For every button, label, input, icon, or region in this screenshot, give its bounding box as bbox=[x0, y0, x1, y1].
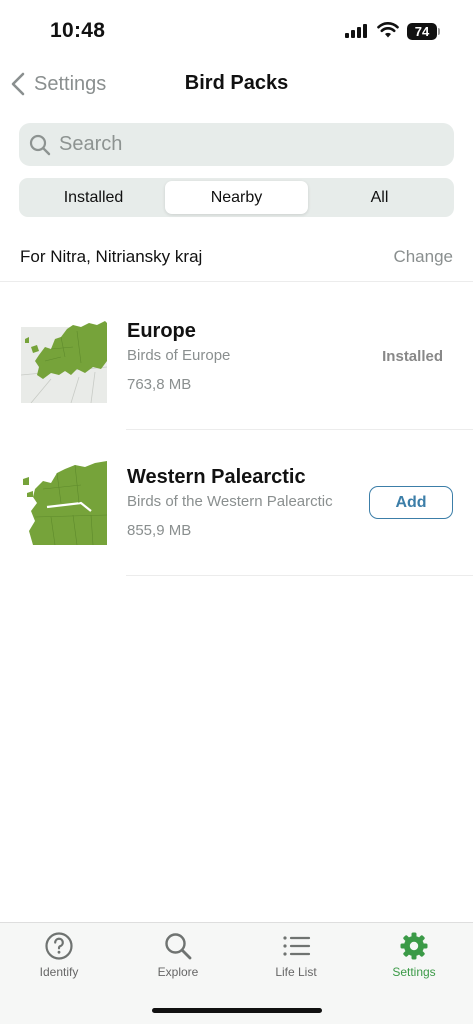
bird-pack-list: Europe Birds of Europe 763,8 MB Installe… bbox=[0, 284, 473, 576]
filter-segmented-control: Installed Nearby All bbox=[19, 178, 454, 217]
status-bar: 10:48 74 bbox=[0, 0, 473, 62]
question-circle-icon bbox=[45, 932, 73, 960]
status-time: 10:48 bbox=[50, 19, 106, 42]
segment-installed[interactable]: Installed bbox=[22, 181, 165, 214]
tab-label: Life List bbox=[275, 965, 317, 979]
home-indicator[interactable] bbox=[152, 1008, 322, 1013]
pack-subtitle: Birds of the Western Palearctic bbox=[127, 493, 333, 510]
pack-title: Western Palearctic bbox=[127, 466, 306, 488]
segment-all[interactable]: All bbox=[308, 181, 451, 214]
list-icon bbox=[283, 936, 311, 956]
search-icon bbox=[29, 134, 51, 155]
wifi-icon bbox=[377, 22, 399, 38]
tab-explore[interactable]: Explore bbox=[133, 931, 223, 991]
installed-status-label: Installed bbox=[382, 348, 443, 365]
segment-nearby[interactable]: Nearby bbox=[165, 181, 308, 214]
page-title: Bird Packs bbox=[184, 72, 289, 94]
location-row: For Nitra, Nitriansky kraj Change bbox=[0, 236, 473, 282]
tab-label: Explore bbox=[157, 965, 199, 979]
add-pack-button[interactable]: Add bbox=[369, 486, 453, 519]
pack-subtitle: Birds of Europe bbox=[127, 347, 231, 364]
change-location-button[interactable]: Change bbox=[393, 247, 453, 267]
pack-row-western-palearctic[interactable]: Western Palearctic Birds of the Western … bbox=[0, 430, 473, 576]
location-text: For Nitra, Nitriansky kraj bbox=[20, 247, 203, 266]
western-palearctic-map-icon bbox=[21, 459, 107, 545]
tab-life-list[interactable]: Life List bbox=[251, 931, 341, 991]
battery-level: 74 bbox=[407, 23, 437, 40]
battery-icon: 74 bbox=[407, 23, 440, 40]
pack-row-europe[interactable]: Europe Birds of Europe 763,8 MB Installe… bbox=[0, 284, 473, 430]
pack-size: 855,9 MB bbox=[127, 522, 192, 539]
pack-title: Europe bbox=[127, 320, 196, 342]
search-input[interactable] bbox=[59, 133, 439, 156]
europe-map-icon bbox=[21, 317, 107, 403]
gear-icon bbox=[400, 932, 428, 960]
cellular-signal-icon bbox=[345, 24, 367, 38]
search-bar[interactable] bbox=[19, 123, 454, 166]
tab-label: Identify bbox=[39, 965, 79, 979]
tab-settings[interactable]: Settings bbox=[369, 931, 459, 991]
magnifier-icon bbox=[165, 933, 192, 960]
tab-identify[interactable]: Identify bbox=[14, 931, 104, 991]
tab-label: Settings bbox=[392, 965, 436, 979]
pack-size: 763,8 MB bbox=[127, 376, 192, 393]
navigation-bar: Settings Bird Packs bbox=[0, 62, 473, 106]
